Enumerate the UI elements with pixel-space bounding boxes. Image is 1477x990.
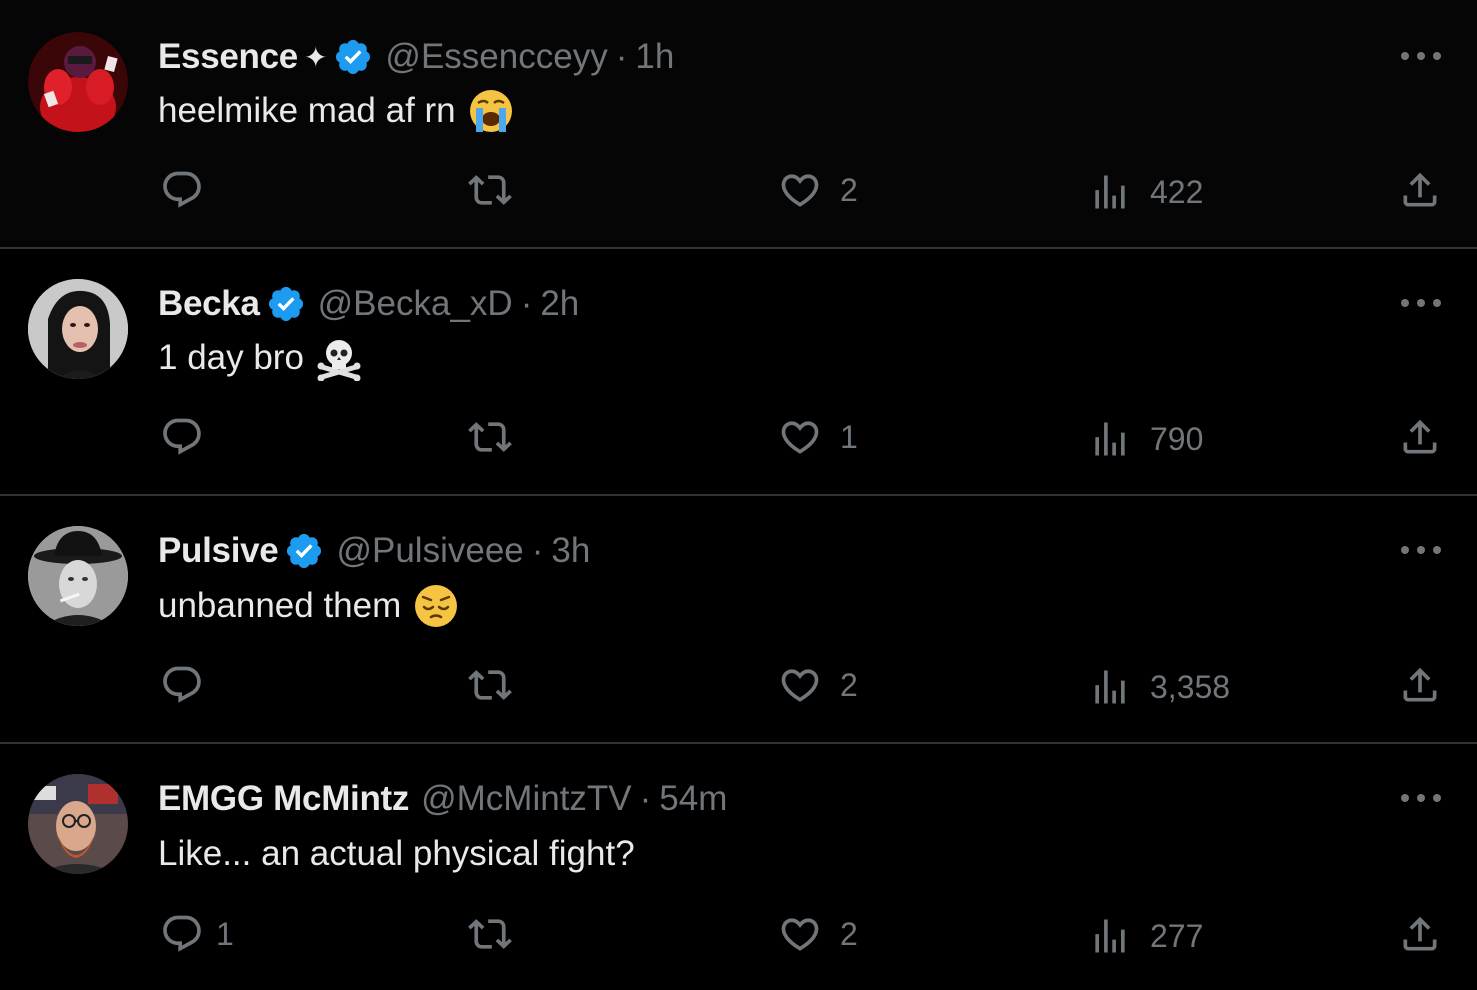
display-name[interactable]: Pulsive [158, 531, 279, 571]
timestamp[interactable]: 3h [551, 531, 590, 571]
tweet[interactable]: Essence ✦ @Essencceyy · 1h heelmike mad … [0, 0, 1477, 247]
separator: · [531, 531, 544, 570]
tweet-text: 1 day bro [158, 338, 304, 377]
tweet-text: heelmike mad af rn [158, 91, 456, 130]
like-button[interactable]: 1 [778, 415, 858, 459]
timestamp[interactable]: 1h [635, 37, 674, 77]
retweet-button[interactable] [468, 912, 512, 956]
view-count: 790 [1150, 420, 1204, 457]
views-button[interactable]: 277 [1088, 914, 1203, 958]
like-count: 2 [840, 915, 858, 952]
like-button[interactable]: 2 [778, 168, 858, 212]
verified-badge-icon[interactable] [266, 284, 306, 324]
avatar[interactable] [28, 526, 128, 626]
view-count: 422 [1150, 173, 1204, 210]
skull-and-crossbones-icon [316, 335, 362, 381]
timestamp[interactable]: 54m [659, 779, 727, 819]
avatar[interactable] [28, 774, 128, 874]
display-name[interactable]: Becka [158, 284, 260, 324]
view-count: 277 [1150, 917, 1204, 954]
more-icon[interactable] [1398, 46, 1444, 66]
share-button[interactable] [1398, 663, 1442, 707]
retweet-button[interactable] [468, 168, 512, 212]
tweet[interactable]: Pulsive @Pulsiveee · 3h unbanned them 2 … [0, 496, 1477, 742]
avatar[interactable] [28, 32, 128, 132]
sparkle-icon: ✦ [303, 41, 328, 73]
separator: · [615, 37, 628, 76]
like-button[interactable]: 2 [778, 663, 858, 707]
separator: · [520, 284, 533, 323]
retweet-button[interactable] [468, 663, 512, 707]
retweet-button[interactable] [468, 415, 512, 459]
user-handle[interactable]: @Pulsiveee [336, 531, 523, 571]
reply-button[interactable] [160, 663, 222, 707]
tweet-feed: Essence ✦ @Essencceyy · 1h heelmike mad … [0, 0, 1477, 990]
views-button[interactable]: 3,358 [1088, 665, 1230, 709]
timestamp[interactable]: 2h [540, 284, 579, 324]
like-count: 1 [840, 418, 858, 455]
views-button[interactable]: 422 [1088, 170, 1203, 214]
tweet[interactable]: Becka @Becka_xD · 2h 1 day bro 1 790 [0, 249, 1477, 494]
share-button[interactable] [1398, 912, 1442, 956]
reply-button[interactable]: 1 [160, 912, 234, 956]
like-count: 2 [840, 666, 858, 703]
reply-count: 1 [216, 915, 234, 952]
share-button[interactable] [1398, 168, 1442, 212]
view-count: 3,358 [1150, 668, 1231, 705]
display-name[interactable]: Essence [158, 37, 298, 77]
separator: · [639, 779, 652, 818]
share-button[interactable] [1398, 415, 1442, 459]
user-handle[interactable]: @McMintzTV [421, 779, 632, 819]
avatar[interactable] [28, 279, 128, 379]
tweet[interactable]: EMGG McMintz @McMintzTV · 54m Like... an… [0, 744, 1477, 990]
more-icon[interactable] [1398, 788, 1444, 808]
display-name[interactable]: EMGG McMintz [158, 779, 409, 819]
views-button[interactable]: 790 [1088, 417, 1203, 461]
like-button[interactable]: 2 [778, 912, 858, 956]
more-icon[interactable] [1398, 293, 1444, 313]
pensive-face-icon [413, 583, 459, 629]
more-icon[interactable] [1398, 540, 1444, 560]
verified-badge-icon[interactable] [284, 531, 324, 571]
loudly-crying-face-icon [468, 88, 514, 134]
user-handle[interactable]: @Essencceyy [385, 37, 607, 77]
user-handle[interactable]: @Becka_xD [318, 284, 513, 324]
like-count: 2 [840, 171, 858, 208]
tweet-text: Like... an actual physical fight? [158, 834, 635, 873]
reply-button[interactable] [160, 168, 222, 212]
verified-badge-icon[interactable] [333, 37, 373, 77]
tweet-text: unbanned them [158, 586, 402, 625]
reply-button[interactable] [160, 415, 222, 459]
